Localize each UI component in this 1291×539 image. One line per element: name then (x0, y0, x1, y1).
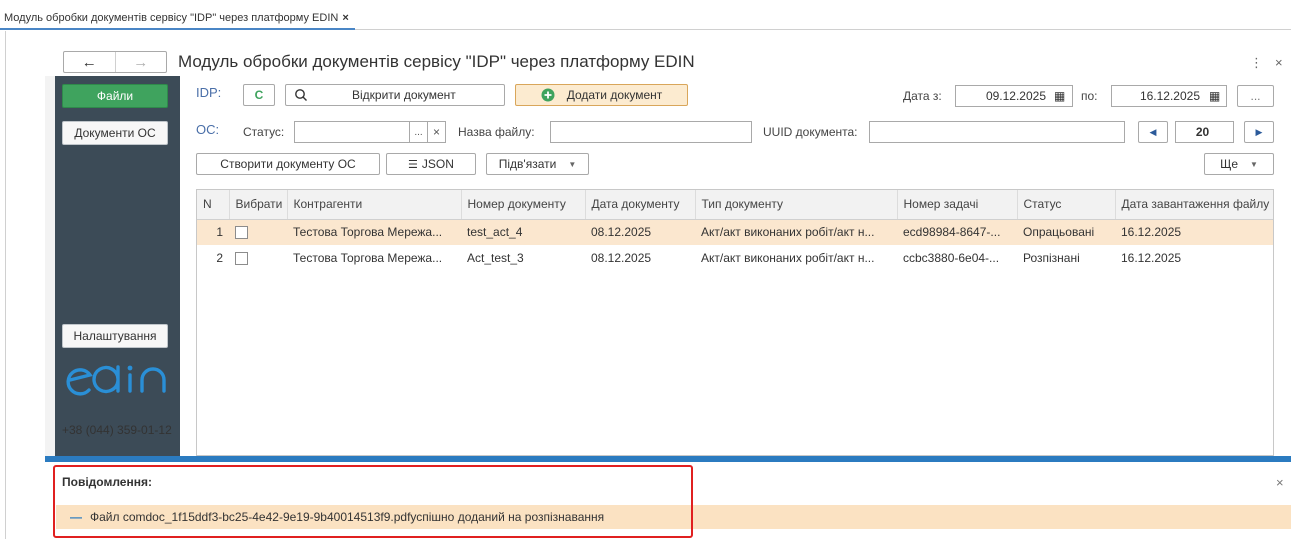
close-window-icon[interactable]: × (1275, 55, 1283, 70)
cell-status: Розпізнані (1023, 251, 1080, 265)
cell-task-no: ecd98984-8647-... (897, 219, 1017, 245)
idp-label: IDP: (196, 85, 222, 100)
col-header-status[interactable]: Статус (1017, 190, 1116, 220)
chevron-down-icon: ▼ (1250, 159, 1258, 169)
col-header-doc-date[interactable]: Дата документу (585, 190, 696, 220)
chevron-down-icon: ▼ (568, 159, 577, 169)
json-button[interactable]: ☰ JSON (386, 153, 476, 175)
tab-idp-module[interactable]: Модуль обробки документів сервісу "IDP" … (0, 8, 355, 30)
table-row[interactable]: 1 Тестова Торгова Мережа... test_act_4 0… (197, 219, 1273, 245)
cell-counterparty: Тестова Торгова Мережа... (287, 219, 461, 245)
create-os-document-button[interactable]: Створити документу ОС (196, 153, 380, 175)
add-document-label: Додати документ (566, 88, 663, 102)
calendar-icon[interactable]: ▦ (1054, 89, 1065, 103)
calendar-icon[interactable]: ▦ (1209, 89, 1220, 103)
more-actions-label: Ще (1220, 157, 1238, 171)
date-to-label: по: (1081, 89, 1098, 103)
page-title: Модуль обробки документів сервісу "IDP" … (178, 52, 695, 71)
link-label: Підв'язати (498, 157, 557, 171)
col-header-select[interactable]: Вибрати (229, 190, 288, 220)
back-arrow-icon[interactable]: ← (64, 52, 116, 72)
status-label: Статус: (243, 125, 285, 139)
col-header-counterparty[interactable]: Контрагенти (287, 190, 462, 220)
history-nav: ← → (63, 51, 167, 73)
status-input[interactable] (294, 121, 410, 143)
table-header: N Вибрати Контрагенти Номер документу Да… (197, 190, 1273, 220)
cell-select (229, 219, 287, 245)
sidebar-item-files[interactable]: Файли (62, 84, 168, 108)
link-dropdown-button[interactable]: Підв'язати ▼ (486, 153, 589, 175)
cell-doc-no: test_act_4 (461, 219, 585, 245)
date-from-value: 09.12.2025 (985, 89, 1046, 103)
refresh-button[interactable]: C (243, 84, 275, 106)
close-messages-icon[interactable]: × (1276, 475, 1284, 490)
clear-icon[interactable]: × (427, 121, 446, 143)
json-icon: ☰ (408, 158, 418, 171)
refresh-icon: C (254, 88, 264, 102)
row-checkbox[interactable] (235, 226, 248, 240)
sidebar-item-os-docs[interactable]: Документи ОС (62, 121, 168, 145)
period-select-button[interactable]: ... (1237, 85, 1274, 107)
uuid-input[interactable] (869, 121, 1125, 143)
cell-upload-date: 16.12.2025 (1115, 219, 1273, 245)
cell-status: Опрацьовані (1017, 219, 1115, 245)
cell-doc-date: 08.12.2025 (591, 251, 652, 265)
sidebar-item-settings[interactable]: Налаштування (62, 324, 168, 348)
json-label: JSON (421, 157, 454, 171)
filename-input[interactable] (550, 121, 752, 143)
cell-doc-date: 08.12.2025 (585, 219, 695, 245)
os-label: ОС: (196, 122, 220, 137)
cell-task-no: ccbc3880-6e04-... (903, 251, 1000, 265)
col-header-n[interactable]: N (197, 190, 230, 220)
search-icon (295, 89, 307, 101)
col-header-doc-no[interactable]: Номер документу (461, 190, 586, 220)
next-page-icon[interactable]: ▶ (1244, 121, 1274, 143)
tab-label: Модуль обробки документів сервісу "IDP" … (4, 12, 339, 24)
page-size-input[interactable]: 20 (1175, 121, 1234, 143)
cell-upload-date: 16.12.2025 (1121, 251, 1182, 265)
col-header-upload-date[interactable]: Дата завантаження файлу (1115, 190, 1273, 220)
date-to-value: 16.12.2025 (1139, 89, 1200, 103)
col-header-task-no[interactable]: Номер задачі (897, 190, 1018, 220)
open-document-label: Відкрити документ (352, 88, 456, 102)
more-actions-button[interactable]: Ще ▼ (1204, 153, 1274, 175)
cell-doc-type: Акт/акт виконаних робіт/акт н... (695, 219, 897, 245)
annotation-highlight-box (53, 465, 693, 538)
filename-label: Назва файлу: (458, 125, 535, 139)
more-menu-icon[interactable]: ⋮ (1250, 55, 1263, 71)
col-header-doc-type[interactable]: Тип документу (695, 190, 898, 220)
cell-n: 1 (197, 219, 229, 245)
date-from-label: Дата з: (903, 89, 942, 103)
status-select-button[interactable]: ... (409, 121, 428, 143)
tab-bar: Модуль обробки документів сервісу "IDP" … (0, 0, 1291, 30)
uuid-label: UUID документа: (763, 125, 858, 139)
table-row[interactable]: 2 Тестова Торгова Мережа... Act_test_3 0… (197, 245, 1273, 271)
support-phone: +38 (044) 359-01-12 (62, 423, 172, 437)
forward-arrow-icon[interactable]: → (116, 52, 167, 72)
open-document-button[interactable]: Відкрити документ (285, 84, 505, 106)
edin-logo (66, 365, 166, 396)
tab-close-icon[interactable]: × (342, 12, 348, 24)
prev-page-icon[interactable]: ◀ (1138, 121, 1168, 143)
cell-select (229, 245, 287, 271)
cell-doc-type: Акт/акт виконаних робіт/акт н... (701, 251, 875, 265)
cell-counterparty: Тестова Торгова Мережа... (293, 251, 443, 265)
cell-doc-no: Act_test_3 (467, 251, 524, 265)
documents-table: N Вибрати Контрагенти Номер документу Да… (196, 189, 1274, 456)
add-icon (541, 88, 555, 102)
row-checkbox[interactable] (235, 252, 248, 266)
add-document-button[interactable]: Додати документ (515, 84, 688, 106)
page-size-value: 20 (1195, 125, 1210, 139)
cell-n: 2 (216, 251, 223, 265)
